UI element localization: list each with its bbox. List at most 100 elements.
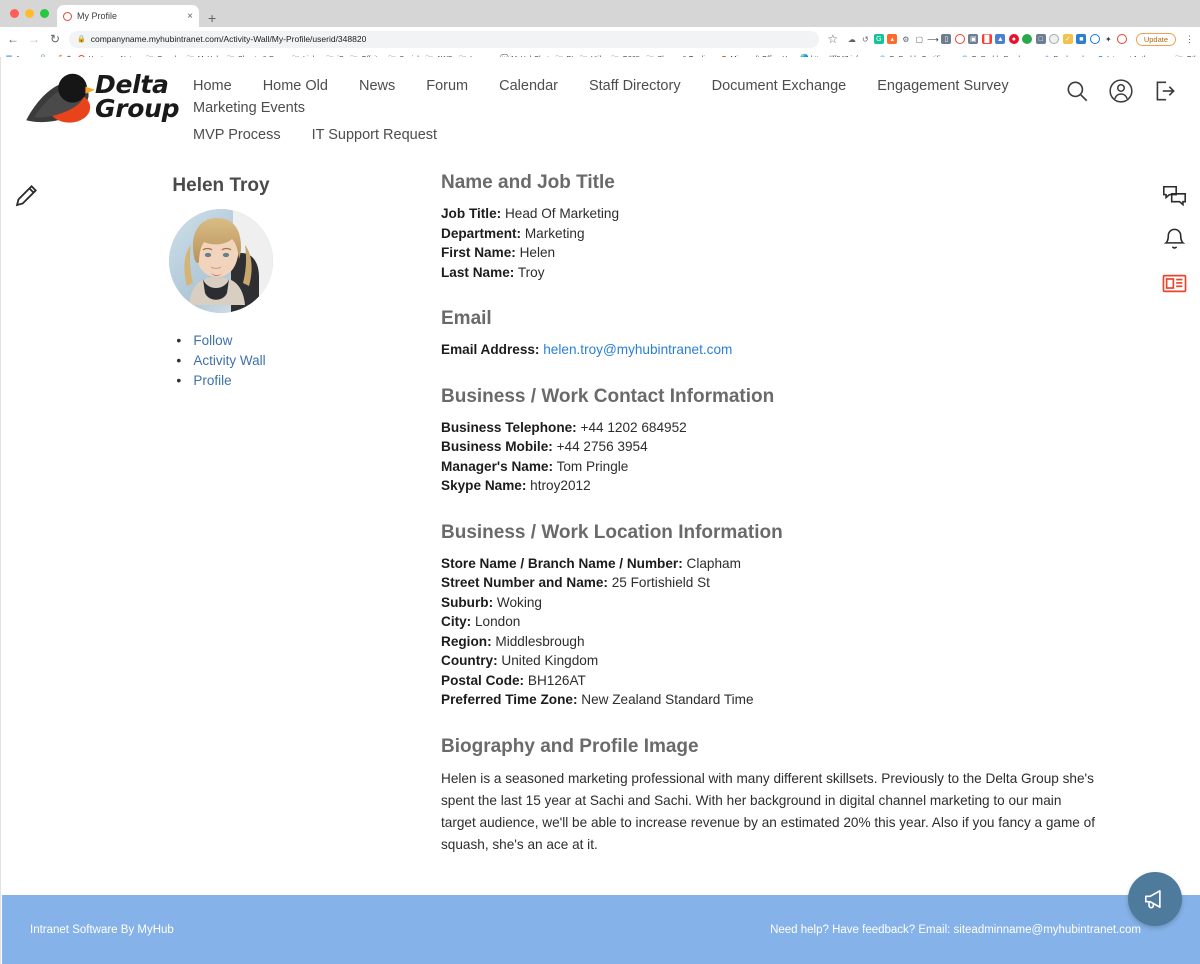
field-value: +44 1202 684952	[580, 419, 687, 435]
field-label: Country:	[441, 653, 498, 668]
nav-item-home-old[interactable]: Home Old	[263, 75, 328, 97]
square-icon[interactable]: ▣	[968, 34, 979, 44]
chat-bubbles-icon[interactable]	[1161, 182, 1188, 209]
right-rail	[1161, 182, 1188, 297]
field-label: Store Name / Branch Name / Number:	[441, 555, 683, 571]
notification-bell-icon[interactable]	[1161, 226, 1188, 253]
blue-icon[interactable]: ■	[1076, 34, 1087, 44]
announcement-fab-button[interactable]	[1128, 872, 1182, 926]
nav-item-it-support-request[interactable]: IT Support Request	[312, 124, 437, 146]
window-controls[interactable]	[8, 0, 57, 27]
nav-item-calendar[interactable]: Calendar	[499, 75, 558, 97]
close-icon[interactable]: ×	[187, 11, 193, 22]
arrow-icon[interactable]: ⟶	[927, 34, 938, 44]
field-label: Department:	[441, 225, 522, 241]
back-button[interactable]: ←	[6, 32, 20, 46]
nav-item-staff-directory[interactable]: Staff Directory	[589, 75, 681, 97]
link-profile[interactable]: Profile	[176, 372, 265, 388]
news-feed-icon[interactable]	[1161, 270, 1188, 297]
update-button[interactable]: Update	[1135, 32, 1176, 46]
nav-item-marketing-events[interactable]: Marketing Events	[193, 97, 305, 119]
cloud-icon[interactable]: ☁	[847, 34, 857, 44]
field-value: Middlesbrough	[495, 633, 585, 649]
history-icon[interactable]: ↺	[860, 34, 870, 44]
bars-icon[interactable]: █	[981, 34, 992, 44]
lock-icon: 🔒	[77, 36, 86, 43]
site-logo[interactable]: Delta Group	[23, 67, 193, 127]
nav-item-mvp-process[interactable]: MVP Process	[193, 124, 281, 146]
minimize-window-button[interactable]	[25, 9, 34, 18]
field-value: Troy	[517, 264, 545, 280]
section-title-email: Email	[441, 308, 492, 329]
nav-item-news[interactable]: News	[359, 75, 395, 97]
profile-links: Follow Activity Wall Profile	[176, 332, 265, 393]
field-suburb: Suburb: Woking	[441, 593, 1115, 613]
logo-line-2: Group	[95, 94, 180, 123]
logout-icon[interactable]	[1152, 78, 1178, 104]
section-title-contact: Business / Work Contact Information	[441, 385, 775, 407]
field-value: London	[475, 614, 521, 629]
nav-item-engagement-survey[interactable]: Engagement Survey	[877, 75, 1008, 97]
tab-title: My Profile	[77, 11, 118, 21]
field-value: BH126AT	[527, 672, 586, 688]
profile-details: Name and Job Title Job Title: Head Of Ma…	[441, 172, 1200, 856]
reload-button[interactable]: ↻	[48, 32, 62, 46]
ring-icon[interactable]	[1089, 34, 1100, 44]
profile-icon[interactable]	[1116, 34, 1127, 44]
link-follow[interactable]: Follow	[176, 332, 265, 348]
field-label: Business Mobile:	[441, 439, 553, 454]
bookmark-star-icon[interactable]: ☆	[826, 32, 840, 46]
color-icon[interactable]	[1022, 34, 1033, 44]
check-icon[interactable]: ✓	[1062, 34, 1073, 44]
footer-right-text: Need help? Have feedback? Email: siteadm…	[770, 923, 1141, 936]
search-icon[interactable]	[1064, 78, 1090, 104]
maximize-window-button[interactable]	[40, 9, 49, 18]
record-icon[interactable]: ●	[1008, 34, 1019, 44]
field-business-telephone: Business Telephone: +44 1202 684952	[441, 418, 1115, 438]
screen-icon[interactable]: ▯	[941, 34, 952, 44]
puzzle-icon[interactable]: ✦	[1103, 34, 1113, 44]
extensions-row[interactable]: ☁ ↺ G ▴ ⚙ ▢ ⟶ ▯ ▣ █ ▲ ● □ ✓ ■ ✦	[847, 34, 1127, 44]
field-value: +44 2756 3954	[556, 439, 648, 454]
field-label: Last Name:	[441, 264, 515, 280]
triangle-icon[interactable]: ▲	[995, 34, 1006, 44]
nav-item-document-exchange[interactable]: Document Exchange	[712, 75, 847, 97]
profile-photo	[169, 209, 273, 313]
field-label: Suburb:	[441, 594, 494, 610]
new-tab-button[interactable]: +	[199, 11, 225, 27]
field-postal-code: Postal Code: BH126AT	[441, 671, 1115, 691]
megaphone-icon	[1144, 890, 1161, 909]
window-icon[interactable]: □	[1035, 34, 1046, 44]
field-value: Clapham	[686, 555, 741, 571]
address-bar[interactable]: 🔒 companyname.myhubintranet.com/Activity…	[69, 30, 819, 48]
link-activity-wall[interactable]: Activity Wall	[176, 352, 265, 368]
oval-icon[interactable]	[1049, 34, 1060, 44]
email-link[interactable]: helen.troy@myhubintranet.com	[543, 342, 732, 357]
robin-bird-logo	[26, 73, 95, 123]
grammarly-icon[interactable]: G	[873, 34, 884, 44]
circle-icon[interactable]	[954, 34, 965, 44]
browser-toolbar: ← → ↻ 🔒 companyname.myhubintranet.com/Ac…	[0, 27, 1200, 51]
forward-button[interactable]: →	[27, 32, 41, 46]
logo-text: Delta Group	[95, 72, 180, 123]
comment-icon[interactable]: ▢	[914, 34, 924, 44]
field-business-mobile: Business Mobile: +44 2756 3954	[441, 437, 1115, 457]
field-value: New Zealand Standard Time	[581, 692, 754, 707]
nav-item-forum[interactable]: Forum	[426, 75, 468, 97]
biography-text: Helen is a seasoned marketing profession…	[441, 770, 1095, 852]
footer-left-text: Intranet Software By MyHub	[30, 923, 174, 936]
nav-row-secondary: MVP Process IT Support Request	[193, 124, 1064, 146]
field-label: First Name:	[441, 245, 516, 260]
close-window-button[interactable]	[10, 9, 19, 18]
user-account-icon[interactable]	[1108, 78, 1134, 104]
edit-pencil-icon[interactable]	[13, 182, 40, 209]
chart-icon[interactable]: ▴	[887, 34, 898, 44]
field-label: Street Number and Name:	[441, 575, 608, 590]
settings-icon[interactable]: ⚙	[901, 34, 911, 44]
browser-tab[interactable]: My Profile ×	[57, 5, 199, 27]
nav-item-home[interactable]: Home	[193, 75, 232, 97]
field-region: Region: Middlesbrough	[441, 632, 1115, 652]
site-footer: Intranet Software By MyHub Need help? Ha…	[2, 895, 1200, 964]
browser-menu-button[interactable]: ⋮	[1183, 34, 1194, 45]
field-value: Marketing	[524, 225, 585, 241]
